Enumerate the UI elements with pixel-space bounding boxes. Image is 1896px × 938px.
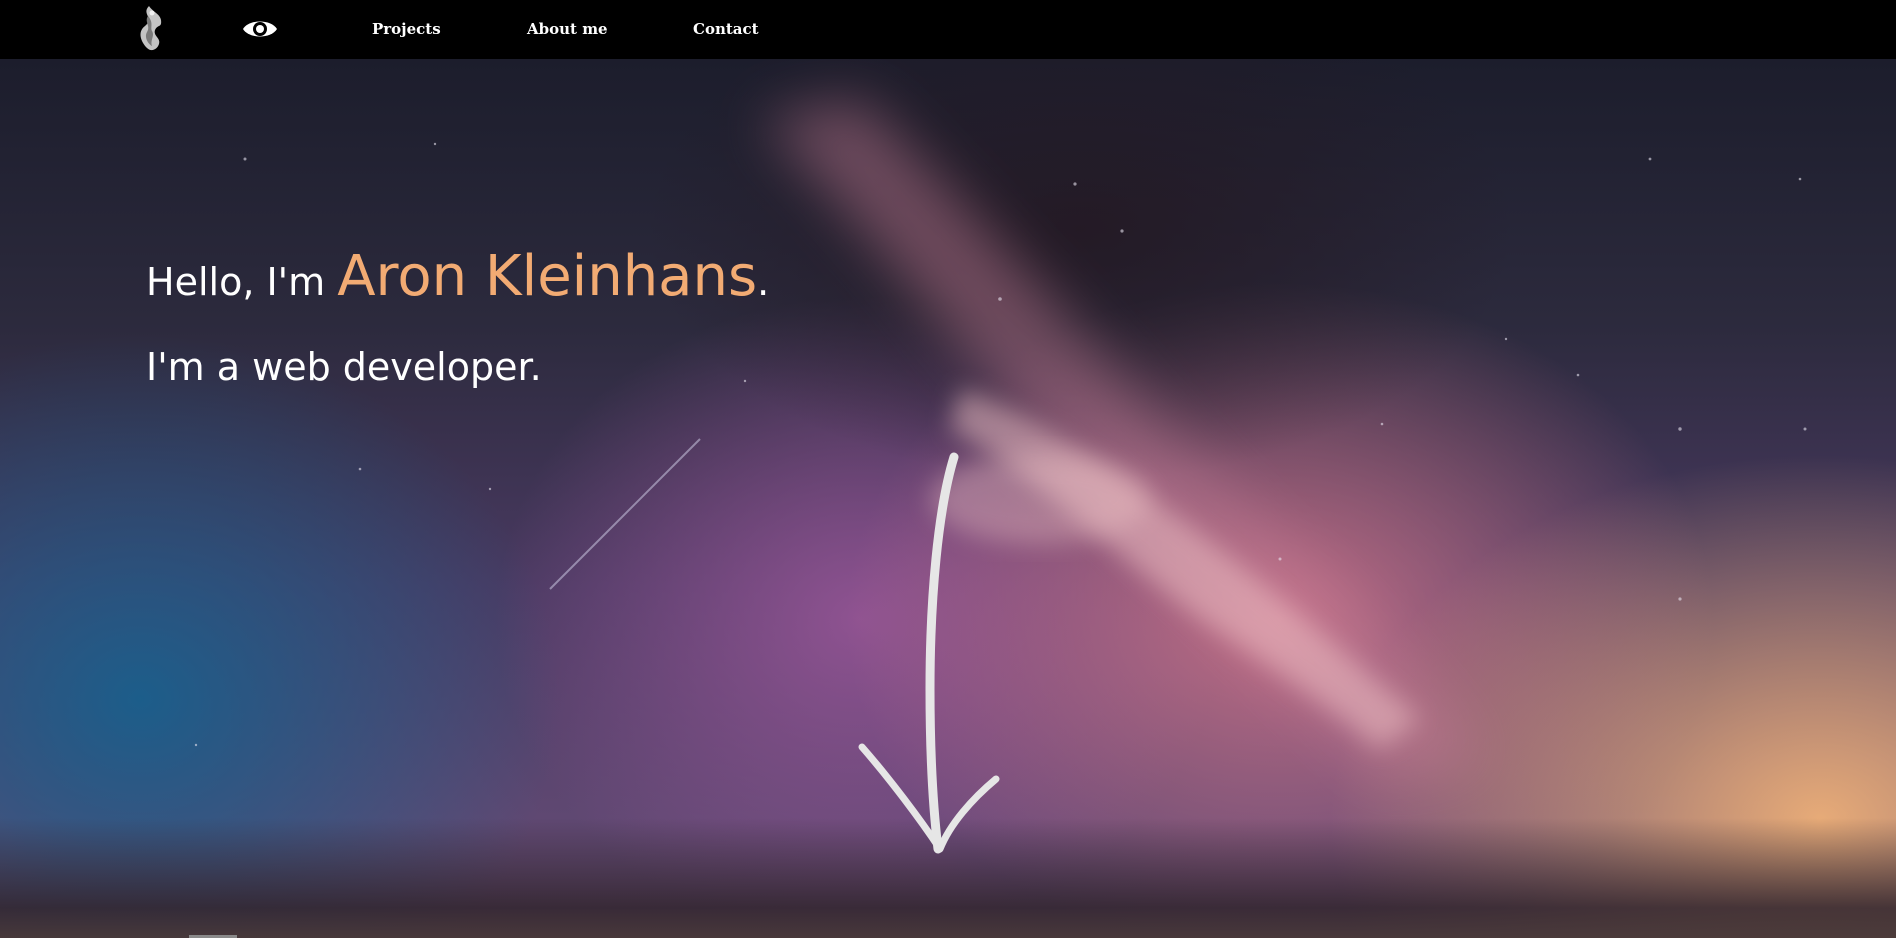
arrow-down-icon[interactable]	[850, 449, 1010, 889]
hero-tagline: I'm a web developer.	[146, 345, 542, 389]
greeting-suffix: .	[757, 260, 770, 304]
flame-figure-logo[interactable]	[131, 4, 167, 54]
nav-link-contact[interactable]: Contact	[693, 20, 759, 38]
hero-greeting: Hello, I'm Aron Kleinhans.	[146, 244, 769, 309]
eye-icon[interactable]	[241, 16, 279, 42]
top-navbar: Projects About me Contact	[0, 0, 1896, 59]
developer-name: Aron Kleinhans	[337, 244, 758, 309]
greeting-prefix: Hello, I'm	[146, 260, 326, 304]
nav-link-projects[interactable]: Projects	[372, 20, 441, 38]
nav-link-about-me[interactable]: About me	[527, 20, 608, 38]
hero-section: Hello, I'm Aron Kleinhans. I'm a web dev…	[0, 59, 1896, 938]
